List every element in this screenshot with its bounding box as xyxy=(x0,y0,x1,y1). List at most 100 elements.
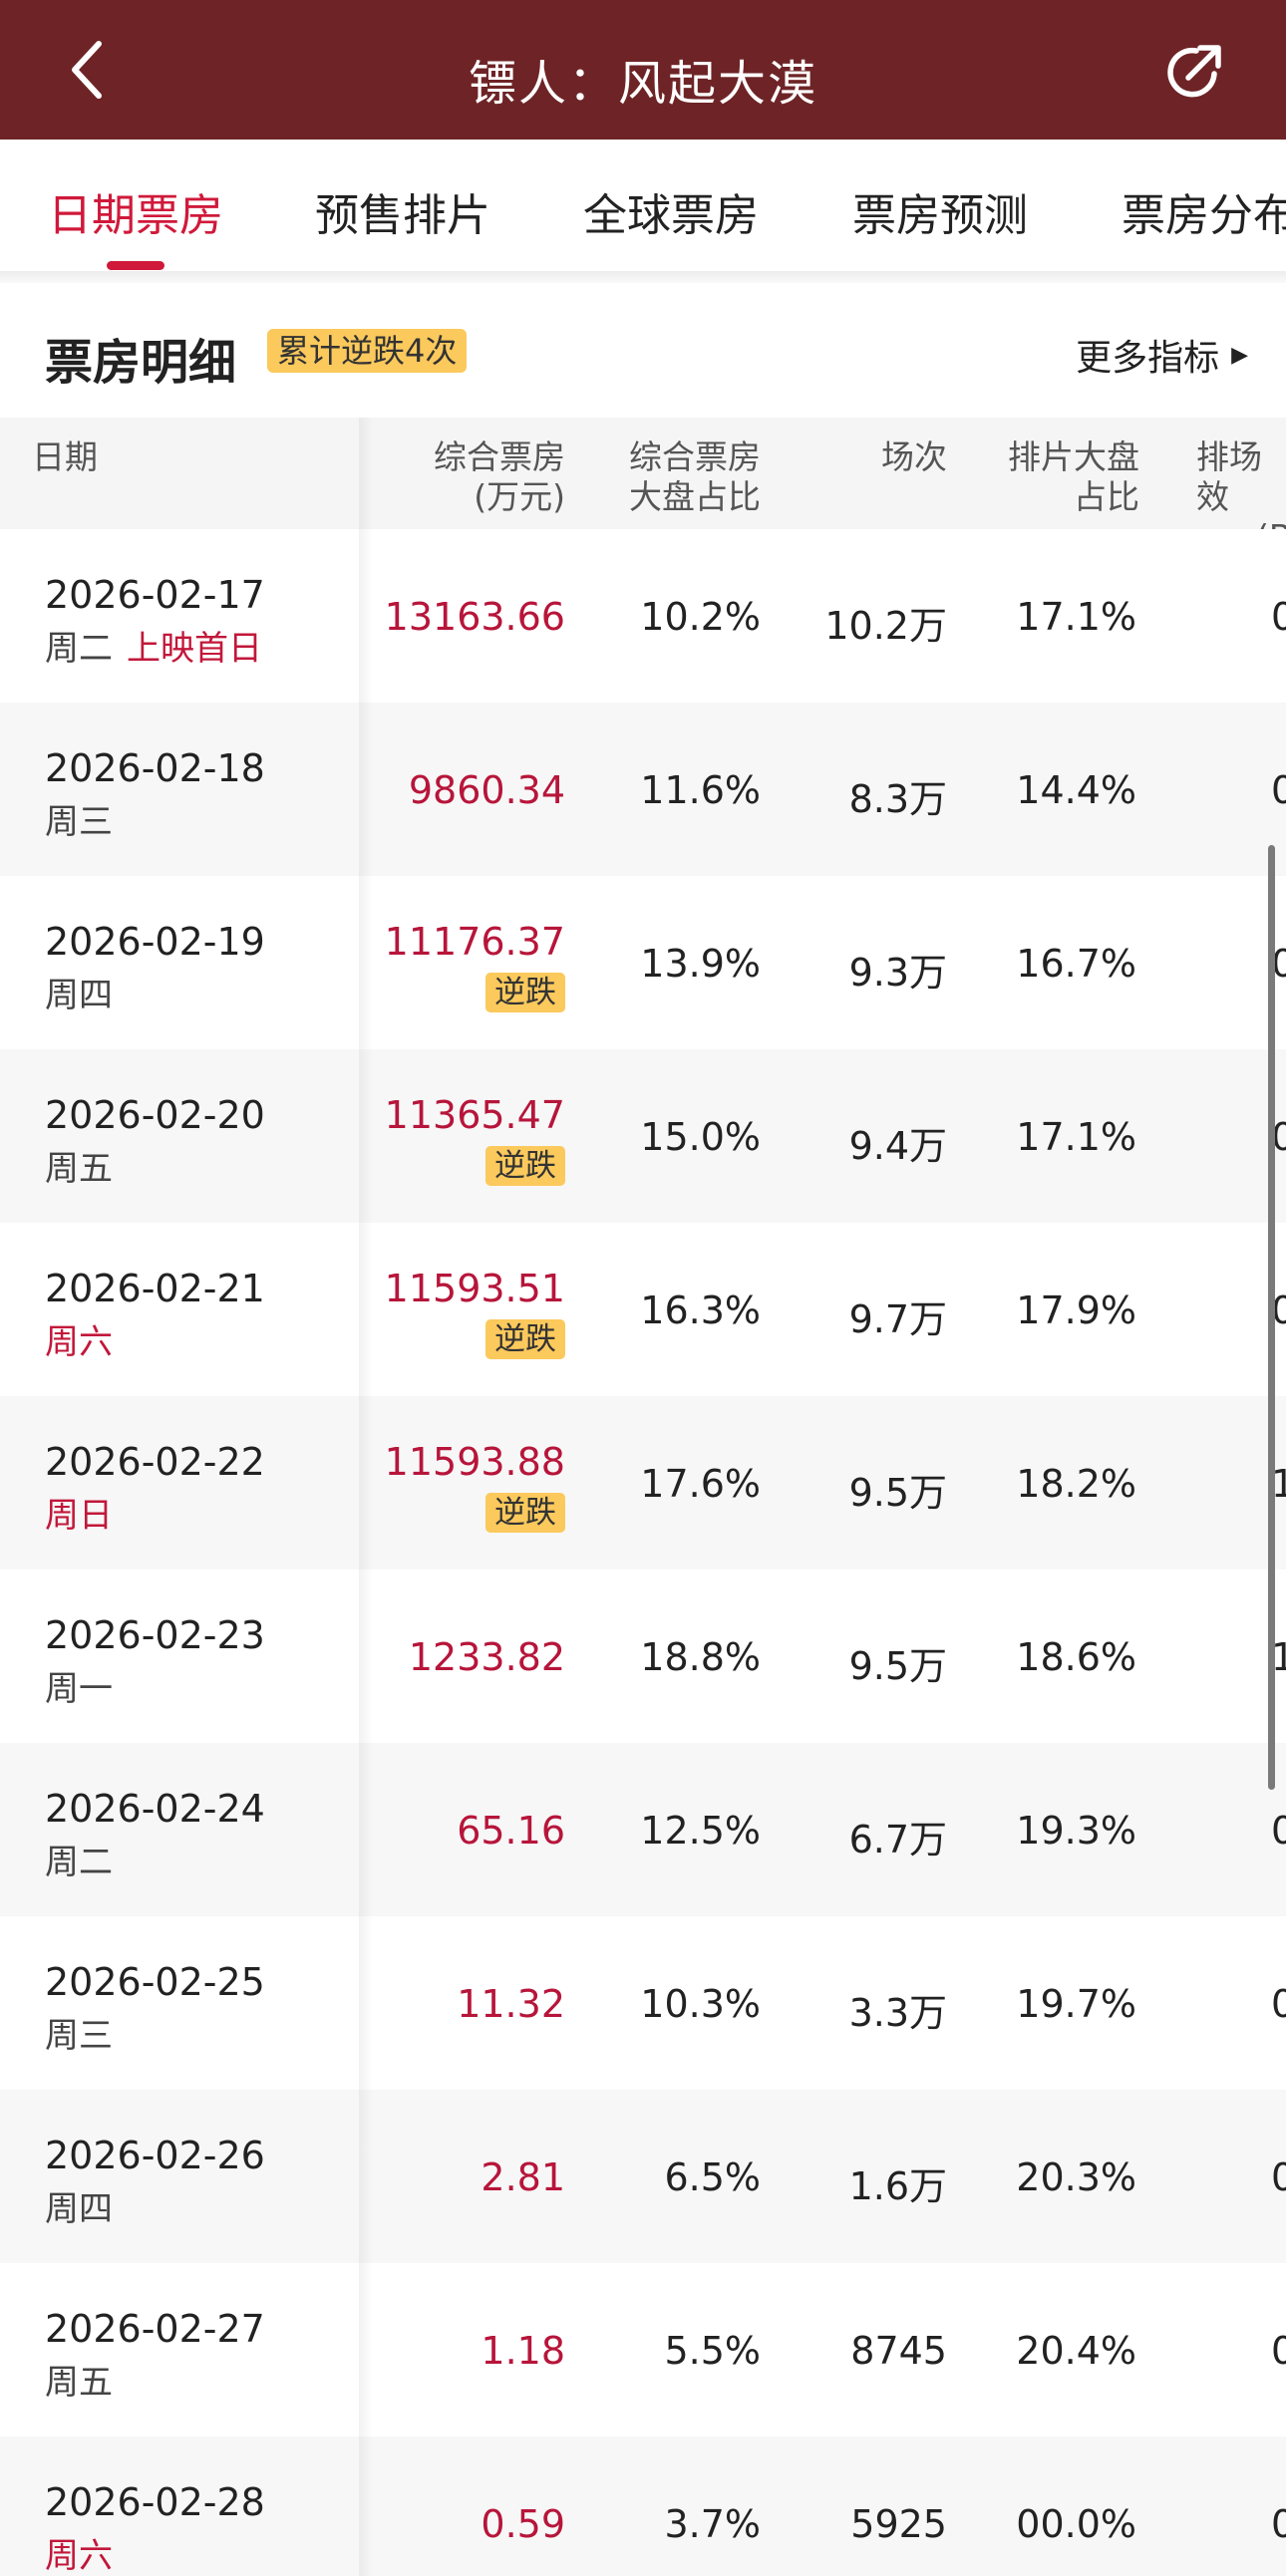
share-button[interactable] xyxy=(1162,40,1226,104)
table-row[interactable]: 2026-02-28 周六 0.59 3.7% 5925 00.0% 0 xyxy=(0,2436,1286,2576)
row-date: 2026-02-26 xyxy=(45,2134,265,2177)
row-shows: 8745 xyxy=(850,2329,947,2373)
row-boxoffice: 9860.34 xyxy=(408,768,565,812)
table-row[interactable]: 2026-02-24 周二 65.16 12.5% 6.7万 19.3% 0 xyxy=(0,1743,1286,1916)
header-efficiency-line1: 排场效 xyxy=(1196,437,1262,516)
tab-global-boxoffice[interactable]: 全球票房 xyxy=(583,179,759,243)
share-icon xyxy=(1167,45,1221,98)
row-weekday-label: 周三 xyxy=(45,2016,113,2056)
row-shows: 1.6万 xyxy=(848,2164,947,2208)
row-date: 2026-02-18 xyxy=(45,746,265,790)
table-row[interactable]: 2026-02-18 周三 9860.34 11.6% 8.3万 14.4% 0 xyxy=(0,703,1286,876)
row-shows: 10.2万 xyxy=(824,604,947,648)
row-date: 2026-02-17 xyxy=(45,573,265,617)
row-shows: 5925 xyxy=(850,2502,947,2546)
header-market-share-line1: 综合票房 xyxy=(629,437,761,476)
row-efficiency: 0 xyxy=(1271,768,1286,812)
header-shows[interactable]: 场次 xyxy=(881,437,947,477)
row-schedule-share: 20.4% xyxy=(1016,2329,1136,2373)
row-weekday-label: 周六 xyxy=(45,2536,113,2576)
row-market-share: 3.7% xyxy=(664,2502,761,2546)
row-boxoffice: 11.32 xyxy=(457,1982,565,2026)
row-weekday-label: 周二 xyxy=(45,629,113,669)
top-bar: 镖人：风起大漠 xyxy=(0,0,1286,140)
row-market-share: 16.3% xyxy=(640,1288,761,1332)
row-weekday-label: 周五 xyxy=(45,1149,113,1189)
vertical-scrollbar[interactable] xyxy=(1268,845,1275,1790)
premiere-label: 上映首日 xyxy=(127,629,262,669)
row-market-share: 12.5% xyxy=(640,1809,761,1853)
tab-forecast[interactable]: 票房预测 xyxy=(852,179,1028,243)
row-weekday-label: 周日 xyxy=(45,1496,113,1536)
table-row[interactable]: 2026-02-26 周四 2.81 6.5% 1.6万 20.3% 0 xyxy=(0,2090,1286,2263)
reverse-drop-tag: 逆跌 xyxy=(485,1146,565,1186)
row-schedule-share: 18.2% xyxy=(1016,1462,1136,1506)
active-tab-indicator xyxy=(107,261,164,270)
row-date: 2026-02-21 xyxy=(45,1267,265,1310)
row-efficiency: 0 xyxy=(1271,1982,1286,2026)
more-metrics-label: 更多指标 xyxy=(1076,338,1220,379)
reverse-drop-tag: 逆跌 xyxy=(485,973,565,1012)
row-shows: 9.7万 xyxy=(848,1297,947,1341)
row-boxoffice: 13163.66 xyxy=(384,595,565,639)
row-weekday-label: 周一 xyxy=(45,1669,113,1709)
row-efficiency: 0 xyxy=(1271,2329,1286,2373)
header-market-share[interactable]: 综合票房 大盘占比 xyxy=(629,437,761,517)
row-boxoffice: 1.18 xyxy=(481,2329,565,2373)
more-metrics-link[interactable]: 更多指标 ▶ xyxy=(1076,329,1248,381)
header-date[interactable]: 日期 xyxy=(32,437,98,477)
table-row[interactable]: 2026-02-21 周六 11593.51 逆跌 16.3% 9.7万 17.9% 0 xyxy=(0,1223,1286,1396)
row-shows: 9.4万 xyxy=(848,1124,947,1168)
tab-distribution[interactable]: 票房分布 xyxy=(1122,179,1286,243)
section-title: 票房明细 xyxy=(45,335,237,391)
table-row[interactable]: 2026-02-19 周四 11176.37 逆跌 13.9% 9.3万 16.7% 0 xyxy=(0,876,1286,1049)
reverse-drop-count-badge: 累计逆跌4次 xyxy=(267,329,468,373)
table-row[interactable]: 2026-02-17 周二 上映首日 13163.66 10.2% 10.2万 17.1% 0 xyxy=(0,529,1286,703)
frozen-column-shadow xyxy=(359,418,373,2576)
row-schedule-share: 19.7% xyxy=(1016,1982,1136,2026)
row-shows: 9.5万 xyxy=(848,1471,947,1515)
tab-date-boxoffice[interactable]: 日期票房 xyxy=(48,179,223,243)
header-schedule-share[interactable]: 排片大盘 占比 xyxy=(1008,437,1139,517)
row-weekday: 周四 xyxy=(45,968,113,1016)
page-title: 镖人：风起大漠 xyxy=(468,56,817,112)
row-weekday: 周三 xyxy=(45,2008,113,2057)
boxoffice-table: 日期 综合票房 (万元) 综合票房 大盘占比 场次 排片大盘 占比 排场效 (B… xyxy=(0,418,1286,2576)
header-schedule-share-line2: 占比 xyxy=(1074,477,1139,516)
row-date: 2026-02-27 xyxy=(45,2307,265,2351)
row-weekday-label: 周五 xyxy=(45,2363,113,2403)
row-boxoffice: 11365.47 xyxy=(384,1093,565,1137)
row-schedule-share: 20.3% xyxy=(1016,2155,1136,2199)
tab-presale[interactable]: 预售排片 xyxy=(315,179,490,243)
row-boxoffice: 0.59 xyxy=(481,2502,565,2546)
section-header: 票房明细 累计逆跌4次 更多指标 ▶ xyxy=(0,283,1286,418)
row-market-share: 11.6% xyxy=(640,768,761,812)
row-weekday: 周一 xyxy=(45,1661,113,1710)
row-boxoffice: 1233.82 xyxy=(408,1635,565,1679)
header-boxoffice[interactable]: 综合票房 (万元) xyxy=(434,437,565,517)
row-market-share: 15.0% xyxy=(640,1115,761,1159)
row-date: 2026-02-20 xyxy=(45,1093,265,1137)
row-boxoffice: 11593.88 xyxy=(384,1440,565,1484)
row-weekday: 周日 xyxy=(45,1488,113,1537)
row-weekday-label: 周六 xyxy=(45,1322,113,1362)
table-row[interactable]: 2026-02-20 周五 11365.47 逆跌 15.0% 9.4万 17.1% 0 xyxy=(0,1049,1286,1223)
row-shows: 9.3万 xyxy=(848,951,947,995)
row-weekday: 周二 上映首日 xyxy=(45,621,262,670)
header-boxoffice-line1: 综合票房 xyxy=(434,437,565,476)
row-market-share: 17.6% xyxy=(640,1462,761,1506)
row-shows: 8.3万 xyxy=(848,777,947,821)
row-market-share: 10.2% xyxy=(640,595,761,639)
row-shows: 6.7万 xyxy=(848,1818,947,1861)
row-boxoffice: 11176.37 xyxy=(384,920,565,964)
divider xyxy=(0,271,1286,283)
row-schedule-share: 14.4% xyxy=(1016,768,1136,812)
table-row[interactable]: 2026-02-22 周日 11593.88 逆跌 17.6% 9.5万 18.2% 1 xyxy=(0,1396,1286,1570)
row-schedule-share: 00.0% xyxy=(1016,2502,1136,2546)
row-weekday: 周三 xyxy=(45,794,113,843)
row-date: 2026-02-23 xyxy=(45,1613,265,1657)
table-row[interactable]: 2026-02-25 周三 11.32 10.3% 3.3万 19.7% 0 xyxy=(0,1916,1286,2090)
table-row[interactable]: 2026-02-27 周五 1.18 5.5% 8745 20.4% 0 xyxy=(0,2263,1286,2436)
table-row[interactable]: 2026-02-23 周一 1233.82 18.8% 9.5万 18.6% 1 xyxy=(0,1570,1286,1743)
row-weekday: 周五 xyxy=(45,2355,113,2404)
